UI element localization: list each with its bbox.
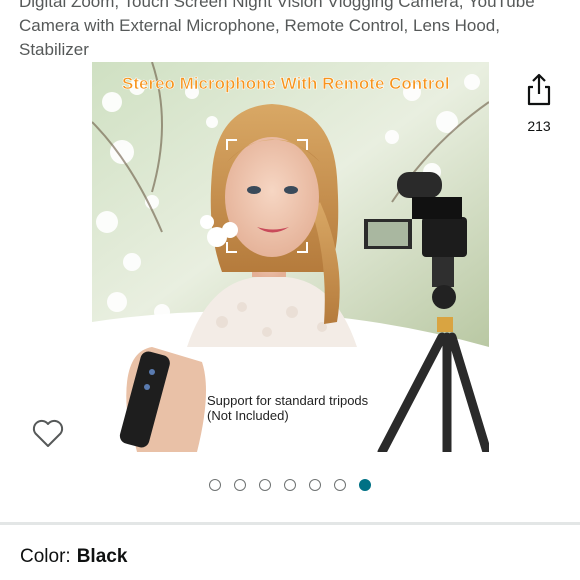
color-selector: Color: Black <box>20 546 127 568</box>
carousel-dot-6[interactable] <box>334 479 346 491</box>
share-button[interactable]: 213 <box>520 70 558 140</box>
carousel-dot-1[interactable] <box>209 479 221 491</box>
carousel-dot-2[interactable] <box>234 479 246 491</box>
section-divider <box>0 522 580 525</box>
product-main-image[interactable]: Stereo Microphone With Remote Control Su… <box>92 62 489 452</box>
carousel-dot-5[interactable] <box>309 479 321 491</box>
carousel-dot-7-active[interactable] <box>359 479 371 491</box>
hero-caption-line2: (Not Included) <box>207 408 289 423</box>
product-title: Digital Zoom, Touch Screen Night Vision … <box>19 0 535 59</box>
share-count: 213 <box>527 118 551 134</box>
hero-caption-line1: Support for standard tripods <box>207 393 369 408</box>
carousel-dot-4[interactable] <box>284 479 296 491</box>
carousel-indicators <box>0 479 580 491</box>
product-photo: Stereo Microphone With Remote Control Su… <box>92 62 489 452</box>
carousel-dot-3[interactable] <box>259 479 271 491</box>
hero-headline: Stereo Microphone With Remote Control <box>122 74 450 93</box>
color-label: Color: <box>20 546 71 567</box>
wishlist-button[interactable] <box>31 417 65 449</box>
heart-outline-icon <box>32 419 64 447</box>
color-value: Black <box>76 546 128 567</box>
share-icon <box>527 73 551 106</box>
